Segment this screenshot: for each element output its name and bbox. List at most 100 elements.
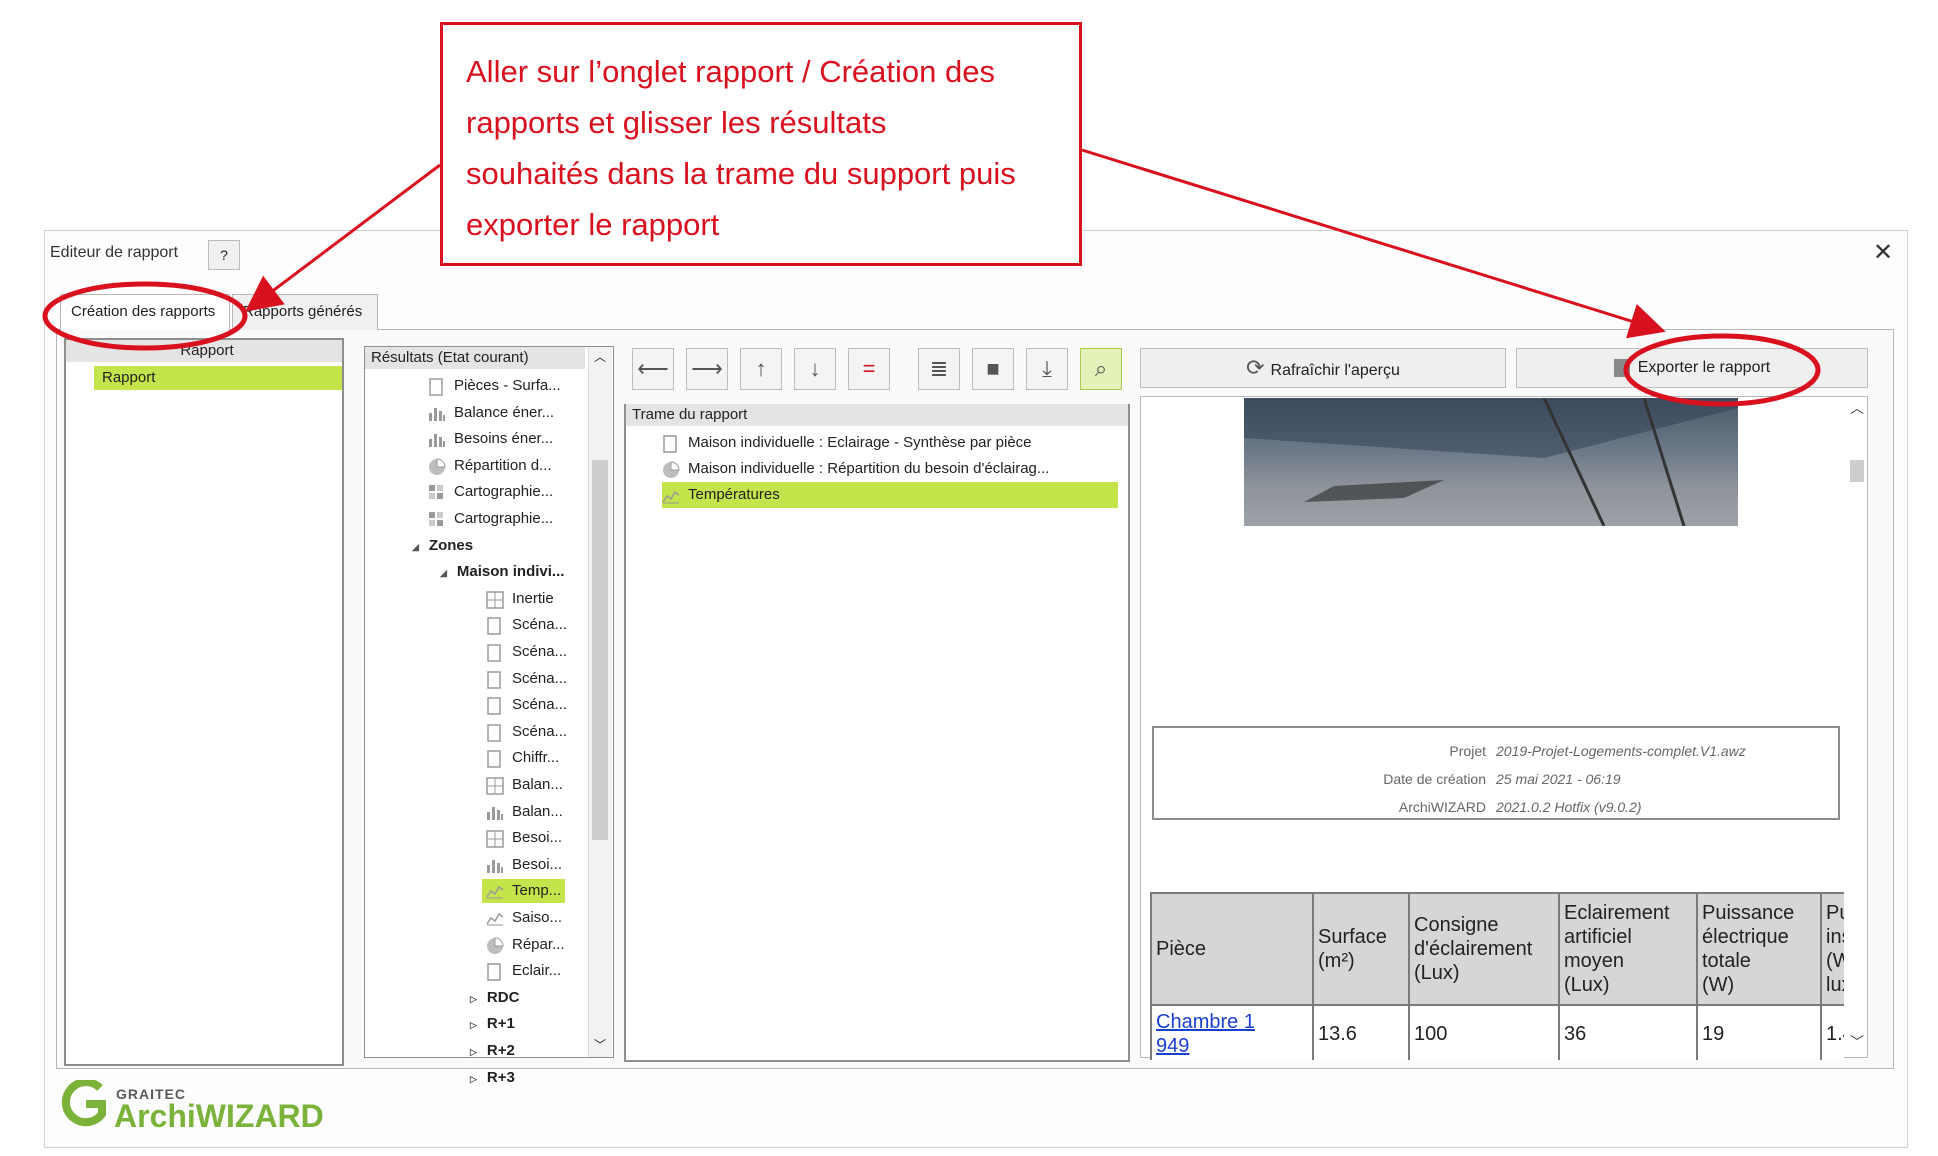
metadata-label: ArchiWIZARD: [1398, 799, 1486, 815]
result-tree-item[interactable]: Répartition d...: [428, 454, 552, 478]
result-tree-item[interactable]: Balance éner...: [428, 401, 554, 425]
table-header-line: artificiel: [1564, 926, 1632, 948]
scroll-up-icon[interactable]: ︿: [1846, 398, 1868, 418]
result-tree-label: Scéna...: [512, 643, 568, 660]
pie-chart-icon: [486, 937, 504, 954]
properties-button[interactable]: ≣: [918, 348, 960, 390]
result-tree-item[interactable]: ▷ RDC: [470, 986, 519, 1010]
tab-report-creation[interactable]: Création des rapports: [60, 294, 230, 330]
map-icon: [428, 511, 446, 527]
result-tree-item[interactable]: ▷ R+3: [470, 1066, 515, 1090]
refresh-label: Rafraîchir l'aperçu: [1270, 362, 1400, 379]
table-header-line: (Lux): [1564, 974, 1610, 996]
result-tree-label: Scéna...: [512, 696, 568, 714]
collapse-icon[interactable]: ◢: [440, 568, 447, 578]
refresh-preview-button[interactable]: ⟳ Rafraîchir l'aperçu: [1140, 348, 1506, 388]
preview-scrollbar[interactable]: ︿ ﹀: [1846, 398, 1868, 1058]
pie-chart-icon: [662, 461, 680, 479]
result-tree-item[interactable]: Temp...: [482, 879, 566, 904]
metadata-row: Projet 2019-Projet-Logements-complet.V1.a…: [1154, 740, 1834, 762]
scroll-down-icon[interactable]: ﹀: [1846, 1032, 1868, 1052]
table-header-line: Consigne: [1414, 914, 1499, 936]
table-header-cell: Puissar installée (W/(100 lux.m²): [1820, 892, 1844, 1006]
result-tree-item[interactable]: Besoi...: [486, 826, 562, 850]
result-tree-label: Scéna...: [512, 616, 568, 634]
scroll-down-icon[interactable]: ﹀: [588, 1036, 612, 1056]
close-icon[interactable]: ✕: [1868, 238, 1898, 268]
preview-scroll-thumb[interactable]: [1850, 460, 1864, 482]
expand-icon[interactable]: ▷: [470, 1020, 477, 1030]
template-tree-item[interactable]: Maison individuelle : Répartition du bes…: [662, 456, 1049, 482]
result-tree-item[interactable]: Besoins éner...: [428, 427, 553, 451]
result-tree-label: Cartographie...: [454, 510, 554, 527]
move-right-button[interactable]: ⟶: [686, 348, 728, 390]
table-cell[interactable]: Chambre 1 949: [1150, 1004, 1314, 1060]
result-tree-label: Scéna...: [512, 722, 568, 740]
report-tree-item[interactable]: Rapport: [94, 366, 342, 390]
download-button[interactable]: ⤓: [1026, 348, 1068, 390]
result-tree-item[interactable]: Balan...: [486, 773, 563, 797]
result-tree-label: Scéna...: [512, 669, 568, 687]
document-icon: [486, 963, 504, 981]
result-tree-item[interactable]: Cartographie...: [428, 507, 553, 531]
document-icon: [662, 435, 680, 453]
result-tree-item[interactable]: ◢ Zones: [412, 534, 473, 558]
move-down-button[interactable]: ↓: [794, 348, 836, 390]
collapse-icon[interactable]: ◢: [412, 542, 419, 552]
table-header-line: lux.m²): [1826, 974, 1844, 996]
table-header-line: (m²): [1318, 950, 1355, 972]
line-chart-icon: [662, 487, 680, 504]
template-tree-item[interactable]: Maison individuelle : Eclairage - Synthè…: [662, 430, 1032, 456]
result-tree-item[interactable]: Balan...: [486, 800, 563, 824]
bar-chart-icon: [428, 431, 446, 448]
result-tree-item[interactable]: Cartographie...: [428, 480, 553, 504]
result-tree-item[interactable]: Chiffr...: [486, 746, 559, 770]
result-tree-item[interactable]: Scéna...: [486, 640, 567, 664]
result-tree-label: R+1: [486, 1015, 515, 1033]
metadata-value: 2021.0.2 Hotfix (v9.0.2): [1496, 799, 1642, 815]
help-button[interactable]: ?: [208, 240, 240, 270]
tab-generated-reports[interactable]: Rapports générés: [232, 294, 378, 330]
preview-button[interactable]: ⌕: [1080, 348, 1122, 390]
export-report-button[interactable]: Exporter le rapport: [1516, 348, 1868, 388]
table-header-cell: Puissance électrique totale (W): [1696, 892, 1822, 1006]
scroll-up-icon[interactable]: ︿: [588, 348, 612, 368]
delete-button[interactable]: =: [848, 348, 890, 390]
save-button[interactable]: ■: [972, 348, 1014, 390]
result-tree-item[interactable]: Besoi...: [486, 853, 562, 877]
result-tree-label: Cartographie...: [454, 483, 554, 501]
table-header-cell: Pièce: [1150, 892, 1314, 1006]
result-tree-label: Zones: [428, 536, 474, 554]
result-tree-label: Saiso...: [512, 909, 563, 926]
result-tree-item[interactable]: Scéna...: [486, 613, 567, 637]
result-tree-item[interactable]: Scéna...: [486, 720, 567, 744]
result-tree-item[interactable]: Scéna...: [486, 693, 567, 717]
result-tree-item[interactable]: ▷ R+2: [470, 1039, 515, 1063]
result-tree-item[interactable]: Pièces - Surfa...: [428, 374, 561, 398]
move-up-button[interactable]: ↑: [740, 348, 782, 390]
result-tree-label: Eclair...: [512, 962, 562, 980]
result-tree-label: Balan...: [512, 776, 563, 793]
result-tree-item[interactable]: Répar...: [486, 933, 565, 957]
expand-icon[interactable]: ▷: [470, 1047, 477, 1057]
result-tree-label: Temp...: [512, 882, 562, 900]
room-link[interactable]: Chambre 1 949: [1156, 1010, 1268, 1058]
result-tree-label: R+3: [486, 1068, 515, 1086]
result-tree-item[interactable]: ◢ Maison indivi...: [440, 560, 564, 584]
result-tree-item[interactable]: Scéna...: [486, 667, 567, 691]
move-left-button[interactable]: ⟵: [632, 348, 674, 390]
result-tree-item[interactable]: Saiso...: [486, 906, 562, 930]
result-tree-item[interactable]: ▷ R+1: [470, 1012, 515, 1036]
result-tree-label: Chiffr...: [512, 749, 560, 767]
result-tree-item[interactable]: Eclair...: [486, 959, 561, 983]
line-chart-icon: [486, 910, 504, 926]
expand-icon[interactable]: ▷: [470, 1074, 477, 1084]
metadata-label: Projet: [1449, 743, 1486, 759]
result-tree-item[interactable]: Inertie: [486, 587, 554, 611]
template-tree-item[interactable]: Températures: [662, 482, 1118, 508]
expand-icon[interactable]: ▷: [470, 994, 477, 1004]
lighting-summary-table: Pièce Surface (m²) Consigne d'éclairement (Lu…: [1150, 892, 1844, 1060]
results-scroll-thumb[interactable]: [592, 460, 608, 840]
map-icon: [428, 484, 446, 500]
metadata-row: ArchiWIZARD 2021.0.2 Hotfix (v9.0.2): [1154, 796, 1834, 818]
